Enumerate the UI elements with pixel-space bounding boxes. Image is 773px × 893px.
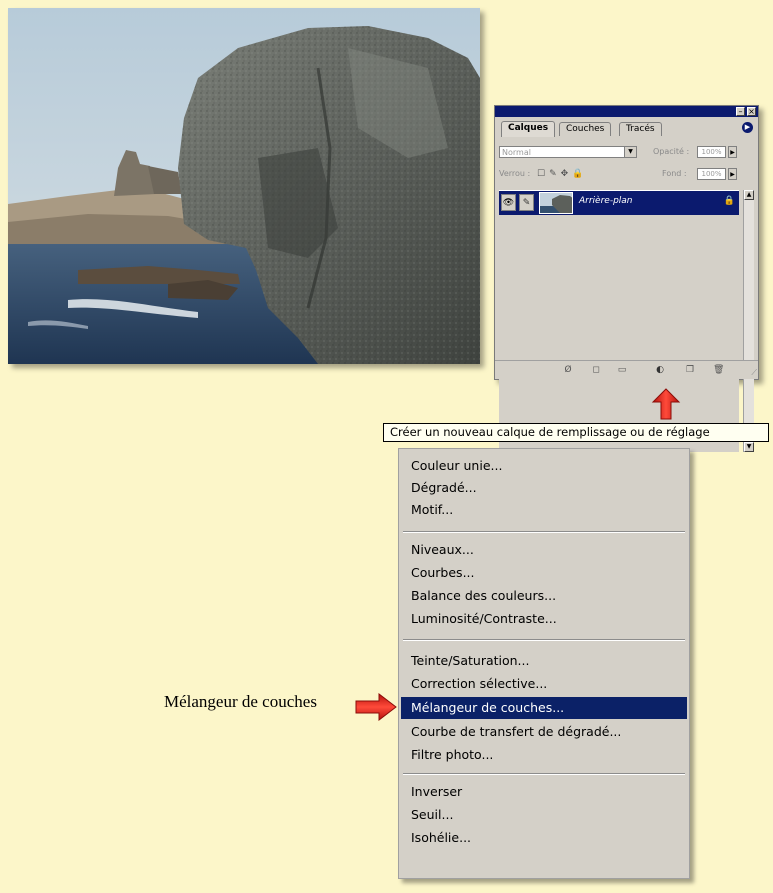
menu-item-niveaux[interactable]: Niveaux...: [401, 539, 687, 561]
palette-titlebar[interactable]: – ×: [495, 106, 758, 117]
fill-stepper[interactable]: ▶: [728, 168, 737, 180]
menu-separator: [403, 639, 685, 641]
palette-tabs: Calques Couches Tracés: [501, 121, 752, 137]
menu-item-isohelie[interactable]: Isohélie...: [401, 827, 687, 849]
menu-item-courbe-transfert-degrade[interactable]: Courbe de transfert de dégradé...: [401, 721, 687, 743]
layer-list: [499, 190, 739, 452]
lock-label: Verrou :: [499, 169, 531, 178]
layer-name: Arrière-plan: [579, 196, 633, 206]
menu-item-motif[interactable]: Motif...: [401, 499, 687, 521]
blend-mode-select[interactable]: Normal ▼: [499, 146, 637, 158]
lock-icon: 🔒: [723, 196, 735, 206]
layer-mask-icon[interactable]: ◻: [591, 365, 601, 375]
tab-calques[interactable]: Calques: [501, 121, 556, 137]
minimize-icon[interactable]: –: [736, 107, 745, 116]
callout-label: Mélangeur de couches: [164, 692, 317, 711]
red-arrow-right-icon: [355, 693, 397, 721]
red-arrow-up-icon: [651, 388, 681, 420]
menu-item-balance-couleurs[interactable]: Balance des couleurs...: [401, 585, 687, 607]
resize-grip-icon[interactable]: ⟋: [751, 368, 757, 378]
adjustment-layer-menu: Couleur unie... Dégradé... Motif... Nive…: [398, 448, 690, 879]
tab-traces[interactable]: Tracés: [619, 122, 662, 136]
layer-thumbnail: [539, 192, 573, 214]
fill-label: Fond :: [662, 169, 687, 178]
adjustment-layer-icon[interactable]: ◐: [655, 365, 665, 375]
palette-footer: Ø ◻ ▭ ◐ ❐ 🗑 ⟋: [495, 360, 758, 379]
layer-scrollbar[interactable]: ▲ ▼: [743, 190, 754, 452]
close-icon[interactable]: ×: [747, 107, 756, 116]
layer-row-background[interactable]: 👁 ✎ Arrière-plan 🔒: [499, 190, 739, 215]
layer-style-icon[interactable]: Ø: [563, 365, 573, 375]
lock-row: Verrou : ☐✎✥🔒 Fond : 100% ▶: [499, 168, 754, 183]
menu-item-seuil[interactable]: Seuil...: [401, 804, 687, 826]
lock-options-icon[interactable]: ☐✎✥🔒: [537, 168, 587, 180]
palette-menu-icon[interactable]: ▶: [742, 122, 753, 133]
blend-mode-value: Normal: [502, 148, 531, 157]
chevron-down-icon: ▼: [624, 147, 636, 157]
menu-item-inverser[interactable]: Inverser: [401, 781, 687, 803]
menu-item-couleur-unie[interactable]: Couleur unie...: [401, 455, 687, 477]
menu-item-teinte-saturation[interactable]: Teinte/Saturation...: [401, 650, 687, 672]
scroll-up-icon[interactable]: ▲: [744, 190, 754, 200]
menu-separator: [403, 531, 685, 533]
brush-icon[interactable]: ✎: [519, 194, 534, 211]
scroll-down-icon[interactable]: ▼: [744, 442, 754, 452]
adjustment-layer-tooltip: Créer un nouveau calque de remplissage o…: [383, 423, 769, 442]
new-layer-icon[interactable]: ❐: [685, 365, 695, 375]
layers-palette: – × Calques Couches Tracés ▶ Normal ▼ Op…: [494, 105, 759, 452]
menu-item-courbes[interactable]: Courbes...: [401, 562, 687, 584]
fill-field[interactable]: 100%: [697, 168, 726, 180]
new-group-icon[interactable]: ▭: [617, 365, 627, 375]
tab-couches[interactable]: Couches: [559, 122, 612, 136]
opacity-stepper[interactable]: ▶: [728, 146, 737, 158]
source-photo: [8, 8, 480, 364]
opacity-field[interactable]: 100%: [697, 146, 726, 158]
menu-item-melangeur-couches[interactable]: Mélangeur de couches...: [401, 697, 687, 719]
opacity-label: Opacité :: [653, 147, 690, 156]
trash-icon[interactable]: 🗑: [713, 365, 724, 375]
blend-row: Normal ▼ Opacité : 100% ▶: [499, 146, 754, 161]
menu-separator: [403, 773, 685, 775]
menu-item-correction-selective[interactable]: Correction sélective...: [401, 673, 687, 695]
menu-item-luminosite-contraste[interactable]: Luminosité/Contraste...: [401, 608, 687, 630]
eye-icon[interactable]: 👁: [501, 194, 516, 211]
menu-item-filtre-photo[interactable]: Filtre photo...: [401, 744, 687, 766]
menu-item-degrade[interactable]: Dégradé...: [401, 477, 687, 499]
